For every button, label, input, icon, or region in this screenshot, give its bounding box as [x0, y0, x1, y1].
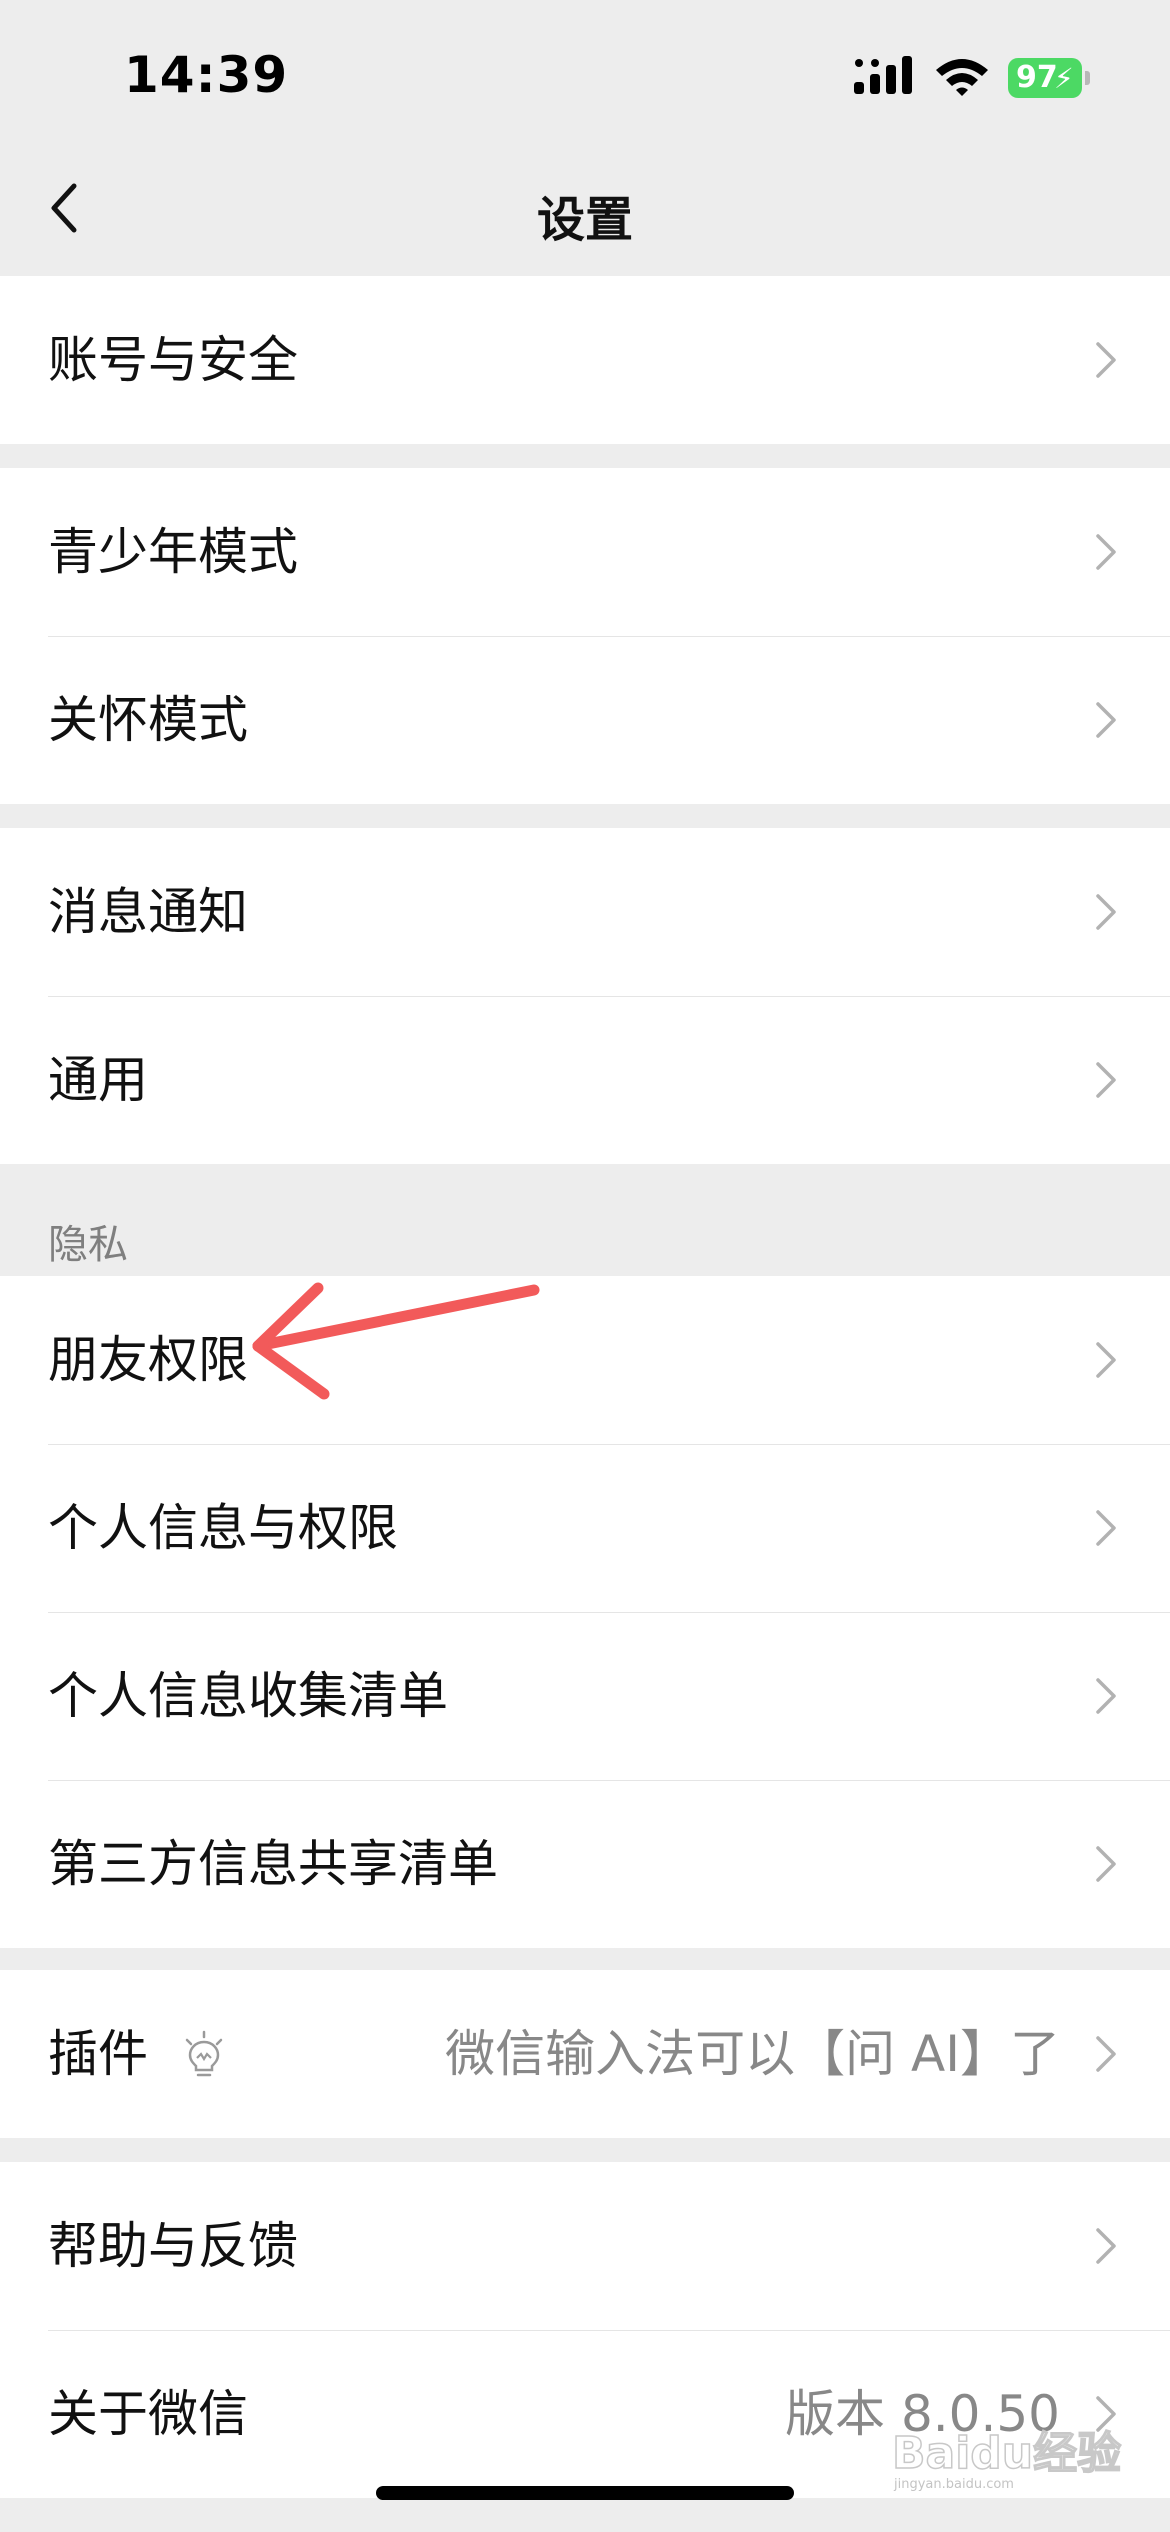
settings-row-teen-mode[interactable]: 青少年模式 — [0, 468, 1170, 636]
row-label: 朋友权限 — [48, 1331, 248, 1389]
row-label: 关于微信 — [48, 2385, 248, 2443]
row-label: 帮助与反馈 — [48, 2217, 298, 2275]
settings-row-notifications[interactable]: 消息通知 — [0, 828, 1170, 996]
row-label: 通用 — [48, 1051, 148, 1109]
group-modes: 青少年模式 关怀模式 — [0, 468, 1170, 804]
page-title: 设置 — [536, 192, 633, 248]
watermark-subtext: jingyan.baidu.com — [893, 2477, 1014, 2492]
home-indicator[interactable] — [376, 2486, 794, 2500]
section-header-privacy: 隐私 — [48, 1222, 128, 1268]
battery-icon: 97 ⚡ — [1008, 56, 1092, 100]
row-label: 个人信息收集清单 — [48, 1667, 448, 1725]
watermark-logo: Baidu经验 jingyan.baidu.com — [891, 2427, 1122, 2492]
group-plugins: 插件 微信输入法可以【问 AI】了 — [0, 1970, 1170, 2138]
settings-row-third-party-sharing[interactable]: 第三方信息共享清单 — [0, 1780, 1170, 1948]
row-label: 账号与安全 — [48, 331, 298, 389]
settings-row-friend-permissions[interactable]: 朋友权限 — [0, 1276, 1170, 1444]
chevron-right-icon — [1096, 702, 1116, 738]
chevron-right-icon — [1096, 2036, 1116, 2072]
chevron-right-icon — [1096, 894, 1116, 930]
settings-row-personal-info-permissions[interactable]: 个人信息与权限 — [0, 1444, 1170, 1612]
chevron-right-icon — [1096, 534, 1116, 570]
row-label: 插件 — [48, 2025, 148, 2083]
chevron-right-icon — [1096, 1510, 1116, 1546]
settings-row-help-feedback[interactable]: 帮助与反馈 — [0, 2162, 1170, 2330]
watermark-text: Baidu经验 — [892, 2428, 1121, 2479]
cellular-signal-icon — [854, 56, 912, 94]
chevron-right-icon — [1096, 2228, 1116, 2264]
settings-row-account-security[interactable]: 账号与安全 — [0, 276, 1170, 444]
lightbulb-icon — [185, 2030, 223, 2077]
row-label: 消息通知 — [48, 883, 248, 941]
settings-row-general[interactable]: 通用 — [0, 996, 1170, 1164]
settings-screen: 14:39 97 ⚡ 设置 账号与安全 青少年模式 关怀模式 消息通知 通用 隐… — [0, 0, 1170, 2532]
charging-bolt-icon: ⚡ — [1054, 62, 1074, 95]
battery-cap — [1085, 71, 1090, 85]
group-general: 消息通知 通用 — [0, 828, 1170, 1164]
annotation-arrow — [252, 1282, 540, 1400]
settings-row-personal-info-list[interactable]: 个人信息收集清单 — [0, 1612, 1170, 1780]
row-label: 第三方信息共享清单 — [48, 1835, 498, 1893]
chevron-right-icon — [1096, 1846, 1116, 1882]
row-label: 关怀模式 — [48, 691, 248, 749]
status-time: 14:39 — [124, 46, 289, 104]
nav-bar: 设置 — [0, 150, 1170, 276]
chevron-right-icon — [1096, 342, 1116, 378]
settings-row-plugins[interactable]: 插件 微信输入法可以【问 AI】了 — [0, 1970, 1170, 2138]
chevron-right-icon — [1096, 1062, 1116, 1098]
row-label: 个人信息与权限 — [48, 1499, 398, 1557]
group-account: 账号与安全 — [0, 276, 1170, 444]
chevron-right-icon — [1096, 1342, 1116, 1378]
status-bar: 14:39 97 ⚡ — [0, 0, 1170, 150]
row-label: 青少年模式 — [48, 523, 298, 581]
row-value: 微信输入法可以【问 AI】了 — [445, 2025, 1060, 2083]
group-privacy: 朋友权限 个人信息与权限 个人信息收集清单 第三方信息共享清单 — [0, 1276, 1170, 1948]
settings-row-care-mode[interactable]: 关怀模式 — [0, 636, 1170, 804]
wifi-icon — [936, 59, 988, 96]
chevron-right-icon — [1096, 1678, 1116, 1714]
